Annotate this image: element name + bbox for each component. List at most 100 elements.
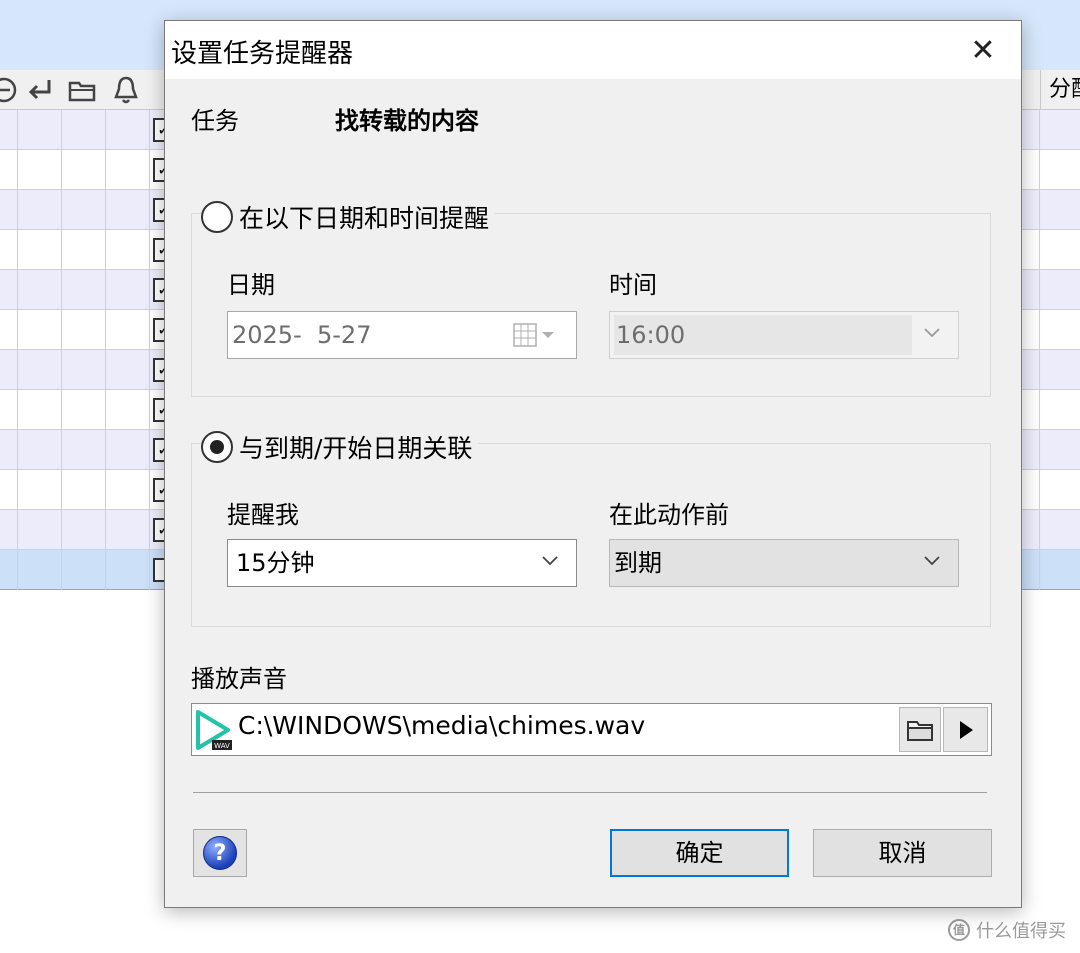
table-cell xyxy=(62,190,106,230)
radio-label: 与到期/开始日期关联 xyxy=(239,434,473,463)
table-cell xyxy=(0,430,18,470)
table-cell xyxy=(18,430,62,470)
time-value: 16:00 xyxy=(614,315,912,355)
radio-button[interactable] xyxy=(201,201,233,233)
table-cell xyxy=(62,430,106,470)
date-picker[interactable]: 2025- 5-27 xyxy=(227,311,577,359)
table-cell xyxy=(62,270,106,310)
table-cell xyxy=(106,310,150,350)
radio-relative-due[interactable]: 与到期/开始日期关联 xyxy=(201,429,479,465)
table-cell xyxy=(0,150,18,190)
table-cell xyxy=(106,510,150,550)
audio-file-icon: WAV xyxy=(194,708,234,752)
table-cell xyxy=(106,390,150,430)
chevron-down-icon[interactable] xyxy=(922,550,946,574)
table-cell xyxy=(0,390,18,430)
column-header-assign[interactable]: 分配 xyxy=(1040,70,1080,110)
table-cell xyxy=(18,310,62,350)
table-cell xyxy=(0,470,18,510)
chevron-down-icon[interactable] xyxy=(922,322,946,346)
bell-icon[interactable] xyxy=(108,74,144,106)
folder-icon[interactable] xyxy=(64,74,100,106)
table-cell xyxy=(106,270,150,310)
table-cell xyxy=(0,270,18,310)
table-cell xyxy=(106,550,150,590)
task-value: 找转载的内容 xyxy=(335,107,479,135)
radio-button[interactable] xyxy=(201,431,233,463)
before-action-select[interactable]: 到期 xyxy=(609,539,959,587)
table-cell xyxy=(62,550,106,590)
table-cell xyxy=(106,230,150,270)
table-cell xyxy=(106,110,150,150)
help-button[interactable]: ? xyxy=(193,829,247,877)
task-label: 任务 xyxy=(191,107,239,135)
time-label: 时间 xyxy=(609,271,657,299)
table-cell xyxy=(62,390,106,430)
watermark-logo-icon: 值 xyxy=(948,919,970,941)
minus-circle-icon[interactable] xyxy=(0,74,22,106)
help-icon: ? xyxy=(203,836,237,870)
table-cell xyxy=(106,150,150,190)
specific-time-group xyxy=(191,213,991,397)
table-cell xyxy=(18,270,62,310)
remind-offset-select[interactable]: 15分钟 xyxy=(227,539,577,587)
table-cell xyxy=(0,110,18,150)
return-arrow-icon[interactable] xyxy=(22,74,58,106)
browse-folder-button[interactable] xyxy=(899,707,941,752)
table-cell xyxy=(62,470,106,510)
table-cell xyxy=(62,350,106,390)
separator-line xyxy=(193,792,987,793)
table-cell xyxy=(106,470,150,510)
table-cell xyxy=(18,110,62,150)
folder-icon xyxy=(907,720,933,741)
table-cell xyxy=(18,350,62,390)
table-cell xyxy=(0,190,18,230)
ok-button[interactable]: 确定 xyxy=(610,829,789,877)
audio-file-badge: WAV xyxy=(214,742,230,750)
table-cell xyxy=(18,470,62,510)
radio-label: 在以下日期和时间提醒 xyxy=(239,204,490,233)
remind-offset-value: 15分钟 xyxy=(236,549,315,577)
date-label: 日期 xyxy=(227,271,275,299)
task-reminder-dialog: 设置任务提醒器 ✕ 任务 找转载的内容 在以下日期和时间提醒 日期 2025- … xyxy=(164,20,1022,908)
sound-file-path[interactable]: C:\WINDOWS\media\chimes.wav xyxy=(238,706,645,746)
radio-specific-time[interactable]: 在以下日期和时间提醒 xyxy=(201,199,496,235)
close-icon[interactable]: ✕ xyxy=(963,31,1003,71)
table-cell xyxy=(18,230,62,270)
watermark: 值 什么值得买 xyxy=(948,917,1066,943)
table-cell xyxy=(18,390,62,430)
relative-time-group xyxy=(191,443,991,627)
watermark-text: 什么值得买 xyxy=(976,921,1066,942)
dialog-titlebar[interactable]: 设置任务提醒器 ✕ xyxy=(165,21,1021,79)
table-cell xyxy=(62,510,106,550)
play-sound-button[interactable] xyxy=(943,707,988,752)
table-cell xyxy=(18,190,62,230)
table-cell xyxy=(62,310,106,350)
table-cell xyxy=(0,230,18,270)
play-icon xyxy=(959,720,973,739)
play-sound-label: 播放声音 xyxy=(191,665,287,693)
chevron-down-icon[interactable] xyxy=(540,550,564,574)
table-cell xyxy=(0,550,18,590)
sound-file-field[interactable]: WAV C:\WINDOWS\media\chimes.wav xyxy=(191,703,992,756)
date-value: 2025- 5-27 xyxy=(232,321,372,349)
table-cell xyxy=(106,350,150,390)
before-action-label: 在此动作前 xyxy=(609,501,729,529)
time-select[interactable]: 16:00 xyxy=(609,311,959,359)
before-action-value: 到期 xyxy=(614,549,662,577)
table-cell xyxy=(0,510,18,550)
cancel-button[interactable]: 取消 xyxy=(813,829,992,877)
table-cell xyxy=(106,430,150,470)
table-cell xyxy=(0,350,18,390)
table-cell xyxy=(0,310,18,350)
table-cell xyxy=(62,150,106,190)
calendar-icon[interactable] xyxy=(512,320,558,350)
dialog-title: 设置任务提醒器 xyxy=(171,39,354,69)
table-cell xyxy=(18,510,62,550)
table-cell xyxy=(62,110,106,150)
table-cell xyxy=(106,190,150,230)
table-cell xyxy=(62,230,106,270)
table-cell xyxy=(18,550,62,590)
table-cell xyxy=(18,150,62,190)
remind-me-label: 提醒我 xyxy=(227,501,299,529)
